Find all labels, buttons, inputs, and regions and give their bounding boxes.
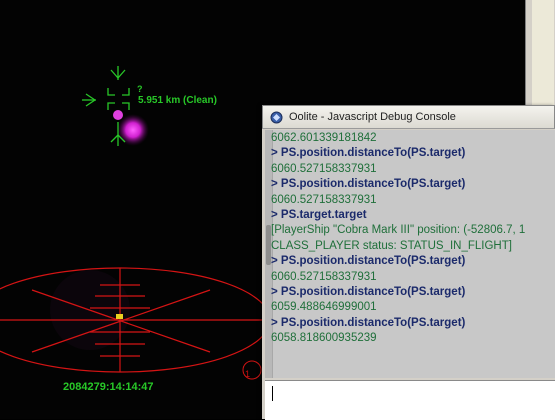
console-titlebar[interactable]: Oolite - Javascript Debug Console (262, 105, 555, 129)
console-command-line: > PS.position.distanceTo(PS.target) (271, 285, 466, 298)
background-window-edge (525, 0, 555, 106)
console-command-line: > PS.position.distanceTo(PS.target) (271, 147, 466, 160)
compass-label: 1 (245, 369, 251, 379)
scanner[interactable] (0, 267, 271, 373)
console-result-line: 6062.601339181842 (271, 132, 377, 144)
console-command-line: > PS.position.distanceTo(PS.target) (271, 178, 466, 191)
app-icon (270, 111, 283, 124)
target-unknown-marker: ? (137, 84, 143, 94)
console-output[interactable]: 6062.601339181842 > PS.position.distanceT… (265, 130, 555, 378)
debug-console-window[interactable]: Oolite - Javascript Debug Console 6062.6… (262, 105, 555, 420)
target-planet (117, 114, 149, 146)
target-ship-dot (113, 110, 123, 120)
console-command-line: > PS.position.distanceTo(PS.target) (271, 255, 466, 268)
console-result-line: 6060.527158337931 (271, 270, 377, 283)
console-result-line: CLASS_PLAYER status: STATUS_IN_FLIGHT] (271, 239, 512, 252)
target-info-label: 5.951 km (Clean) (138, 95, 217, 106)
console-result-line: 6059.488646999001 (271, 301, 377, 314)
text-caret (272, 386, 273, 401)
background-window-panel (532, 0, 554, 106)
console-result-line: [PlayerShip "Cobra Mark III" position: (… (271, 224, 526, 237)
console-title: Oolite - Javascript Debug Console (289, 111, 456, 123)
game-clock: 2084279:14:14:47 (63, 381, 154, 393)
scanner-blip (116, 314, 123, 319)
console-lines: 6062.601339181842 > PS.position.distanceT… (271, 131, 555, 346)
console-result-line: 6060.527158337931 (271, 162, 377, 175)
console-result-line: 6060.527158337931 (271, 193, 377, 206)
console-command-line: > PS.target.target (271, 208, 367, 221)
console-result-line: 6058.818600935239 (271, 332, 377, 345)
console-command-line: > PS.position.distanceTo(PS.target) (271, 316, 466, 329)
console-input[interactable] (265, 380, 555, 420)
